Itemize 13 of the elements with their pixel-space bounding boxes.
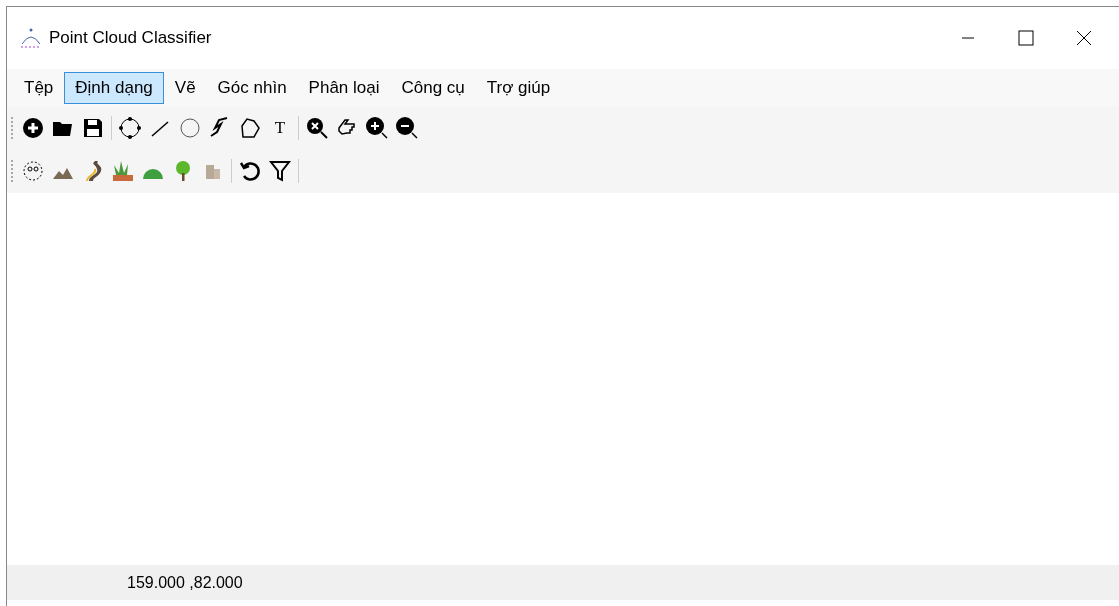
- coordinates-text: 159.000 ,82.000: [127, 572, 243, 593]
- menu-item[interactable]: Trợ giúp: [475, 72, 562, 104]
- menu-item[interactable]: Vẽ: [163, 72, 207, 104]
- window-title: Point Cloud Classifier: [49, 27, 212, 50]
- menu-item[interactable]: Phân loại: [297, 72, 391, 104]
- menu-item[interactable]: Định dạng: [64, 72, 164, 104]
- menu-item[interactable]: Công cụ: [390, 72, 476, 104]
- menu-item[interactable]: Tệp: [13, 72, 65, 104]
- menu-item[interactable]: Góc nhìn: [206, 72, 298, 104]
- close-icon[interactable]: [1075, 29, 1093, 47]
- app-logo-icon: [19, 26, 43, 50]
- maximize-icon[interactable]: [1017, 29, 1035, 47]
- text-tool-button[interactable]: T: [265, 114, 295, 142]
